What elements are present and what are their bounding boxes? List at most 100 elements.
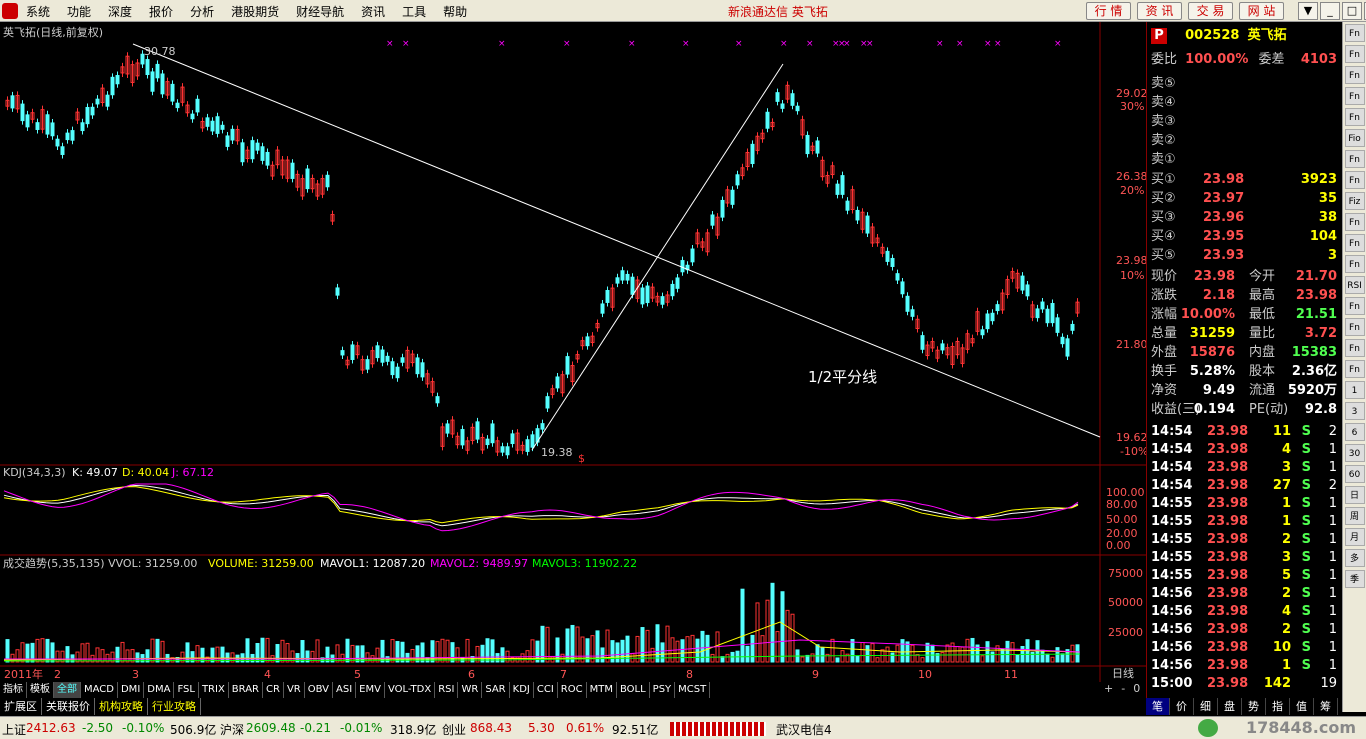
toolbar-icon[interactable]: Fiz bbox=[1344, 192, 1365, 210]
window-button[interactable]: □ bbox=[1342, 2, 1362, 20]
stock-chart[interactable]: × × × × × × × × × ××× ×× × × × × × 英飞拓(日线,前复权) 30.78 19… bbox=[0, 22, 1146, 684]
indicator-tab[interactable]: PSY bbox=[650, 682, 676, 698]
quote-tab[interactable]: 值 bbox=[1290, 698, 1314, 715]
tick-row: 14:55 23.98 1 S 1 bbox=[1151, 495, 1339, 513]
indicator-tab[interactable]: CR bbox=[263, 682, 284, 698]
toolbar-icon[interactable]: 30 bbox=[1344, 444, 1365, 462]
sub-tab[interactable]: 行业攻略 bbox=[148, 698, 201, 715]
sub-tab[interactable]: 机构攻略 bbox=[95, 698, 148, 715]
top-button[interactable]: 资 讯 bbox=[1137, 2, 1182, 20]
toolbar-icon[interactable]: Fn bbox=[1344, 171, 1365, 189]
indicator-tab[interactable]: 指标 bbox=[0, 682, 27, 698]
menu-item[interactable]: 港股期货 bbox=[231, 3, 279, 20]
menu-item[interactable]: 工具 bbox=[402, 3, 426, 20]
toolbar-icon[interactable]: 60 bbox=[1344, 465, 1365, 483]
indicator-tab[interactable]: MTM bbox=[587, 682, 617, 698]
toolbar-icon[interactable]: Fn bbox=[1344, 297, 1365, 315]
indicator-tab[interactable]: VOL-TDX bbox=[385, 682, 436, 698]
server-name[interactable]: 武汉电信4 bbox=[776, 721, 832, 738]
indicator-tab[interactable]: MCST bbox=[675, 682, 711, 698]
indicator-tab[interactable]: BRAR bbox=[229, 682, 263, 698]
toolbar-icon[interactable]: Fn bbox=[1344, 318, 1365, 336]
indicator-tab[interactable]: KDJ bbox=[510, 682, 534, 698]
toolbar-icon[interactable]: Fn bbox=[1344, 45, 1365, 63]
month-tick: 10 bbox=[918, 668, 932, 681]
indicator-tab[interactable]: ROC bbox=[558, 682, 587, 698]
menu-item[interactable]: 功能 bbox=[67, 3, 91, 20]
indicator-tab[interactable]: FSL bbox=[174, 682, 199, 698]
app-logo-icon[interactable] bbox=[2, 3, 18, 19]
quote-tab[interactable]: 笔 bbox=[1146, 698, 1170, 715]
menu-item[interactable]: 报价 bbox=[149, 3, 173, 20]
toolbar-icon[interactable]: 6 bbox=[1344, 423, 1365, 441]
candle-body bbox=[815, 140, 820, 154]
stat-value: 23.98 bbox=[1193, 269, 1235, 284]
indicator-tab[interactable]: BOLL bbox=[617, 682, 650, 698]
indicator-tab[interactable]: DMA bbox=[144, 682, 175, 698]
indicator-tab[interactable]: ASI bbox=[333, 682, 357, 698]
menu-item[interactable]: 资讯 bbox=[361, 3, 385, 20]
menu-item[interactable]: 深度 bbox=[108, 3, 132, 20]
indicator-tab[interactable]: 模板 bbox=[27, 682, 54, 698]
toolbar-icon[interactable]: 周 bbox=[1344, 507, 1365, 525]
kdj-d: D: 40.04 bbox=[122, 466, 169, 479]
indicator-tab[interactable]: DMI bbox=[118, 682, 145, 698]
toolbar-icon[interactable]: Fn bbox=[1344, 234, 1365, 252]
connection-icon[interactable] bbox=[1198, 719, 1218, 737]
toolbar-icon[interactable]: Fn bbox=[1344, 213, 1365, 231]
toolbar-icon[interactable]: 月 bbox=[1344, 528, 1365, 546]
candle-body bbox=[260, 146, 265, 161]
toolbar-icon[interactable]: Fn bbox=[1344, 24, 1365, 42]
menu-item[interactable]: 系统 bbox=[26, 3, 50, 20]
toolbar-icon[interactable]: 日 bbox=[1344, 486, 1365, 504]
indicator-tab[interactable]: OBV bbox=[305, 682, 333, 698]
toolbar-icon[interactable]: Fn bbox=[1344, 87, 1365, 105]
toolbar-icon[interactable]: Fio bbox=[1344, 129, 1365, 147]
toolbar-icon[interactable]: Fn bbox=[1344, 255, 1365, 273]
quote-header: P 002528 英飞拓 bbox=[1151, 26, 1339, 45]
menu-item[interactable]: 分析 bbox=[190, 3, 214, 20]
window-button[interactable]: _ bbox=[1320, 2, 1340, 20]
toolbar-icon[interactable]: 1 bbox=[1344, 381, 1365, 399]
menu-item[interactable]: 财经导航 bbox=[296, 3, 344, 20]
stat-label: 股本 bbox=[1249, 364, 1276, 379]
window-button[interactable]: ▼ bbox=[1298, 2, 1318, 20]
toolbar-icon[interactable]: Fn bbox=[1344, 108, 1365, 126]
indicator-tab[interactable]: VR bbox=[284, 682, 305, 698]
quote-tab[interactable]: 盘 bbox=[1218, 698, 1242, 715]
top-button[interactable]: 行 情 bbox=[1086, 2, 1131, 20]
top-button[interactable]: 网 站 bbox=[1239, 2, 1284, 20]
sh-change: -2.50 bbox=[82, 721, 114, 735]
indicator-tab[interactable]: CCI bbox=[534, 682, 558, 698]
quote-tab[interactable]: 价 bbox=[1170, 698, 1194, 715]
toolbar-icon[interactable]: Fn bbox=[1344, 150, 1365, 168]
sell-label: 卖③ bbox=[1151, 114, 1176, 129]
indicator-tab[interactable]: 全部 bbox=[54, 682, 81, 698]
tick-side: S bbox=[1301, 550, 1311, 565]
sub-tab[interactable]: 扩展区 bbox=[0, 698, 42, 715]
toolbar-icon[interactable]: 3 bbox=[1344, 402, 1365, 420]
menu-item[interactable]: 帮助 bbox=[443, 3, 467, 20]
toolbar-icon[interactable]: Fn bbox=[1344, 360, 1365, 378]
indicator-tab[interactable]: RSI bbox=[435, 682, 459, 698]
indicator-tab[interactable]: EMV bbox=[356, 682, 385, 698]
toolbar-icon[interactable]: 季 bbox=[1344, 570, 1365, 588]
top-button[interactable]: 交 易 bbox=[1188, 2, 1233, 20]
quote-tab[interactable]: 势 bbox=[1242, 698, 1266, 715]
toolbar-icon[interactable]: RSI bbox=[1344, 276, 1365, 294]
indicator-tab[interactable]: WR bbox=[458, 682, 483, 698]
period-label[interactable]: 日线 bbox=[1112, 666, 1134, 680]
toolbar-icon[interactable]: 多 bbox=[1344, 549, 1365, 567]
signal-marker: × bbox=[402, 39, 410, 49]
toolbar-icon[interactable]: Fn bbox=[1344, 66, 1365, 84]
quote-tab[interactable]: 筹 bbox=[1314, 698, 1338, 715]
vol-tick: 75000 bbox=[1108, 567, 1143, 580]
quote-tab[interactable]: 指 bbox=[1266, 698, 1290, 715]
toolbar-icon[interactable]: Fn bbox=[1344, 339, 1365, 357]
indicator-tab[interactable]: TRIX bbox=[199, 682, 229, 698]
indicator-tab[interactable]: SAR bbox=[482, 682, 510, 698]
sub-tab[interactable]: 关联报价 bbox=[42, 698, 95, 715]
indicator-tab[interactable]: MACD bbox=[81, 682, 118, 698]
quote-tab[interactable]: 细 bbox=[1194, 698, 1218, 715]
candle-body bbox=[835, 183, 840, 195]
